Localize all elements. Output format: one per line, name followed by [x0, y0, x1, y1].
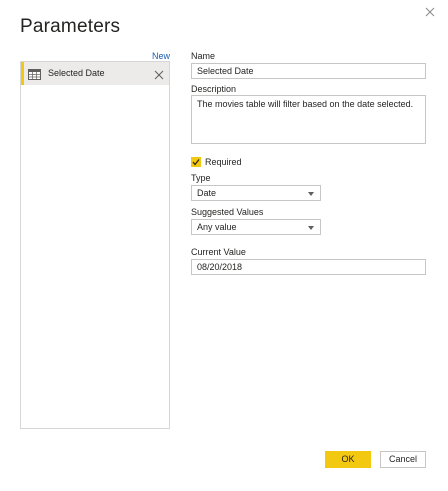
required-checkbox[interactable]: [191, 157, 201, 167]
type-select-value: Date: [197, 188, 217, 198]
suggested-values-label: Suggested Values: [191, 207, 264, 217]
new-parameter-link[interactable]: New: [152, 51, 170, 61]
ok-button[interactable]: OK: [325, 451, 371, 468]
table-icon: [28, 67, 41, 80]
description-field[interactable]: The movies table will filter based on th…: [191, 95, 426, 144]
chevron-down-icon: [308, 226, 314, 230]
close-icon: [425, 7, 435, 17]
chevron-down-icon: [308, 192, 314, 196]
name-label: Name: [191, 51, 216, 61]
parameter-list: Selected Date: [20, 61, 170, 429]
parameter-item-label: Selected Date: [48, 68, 105, 78]
type-label: Type: [191, 173, 211, 183]
description-label: Description: [191, 84, 237, 94]
name-field[interactable]: Selected Date: [191, 63, 426, 79]
parameter-item-selected-date[interactable]: Selected Date: [21, 62, 169, 85]
dialog-title: Parameters: [20, 16, 121, 37]
remove-parameter-icon[interactable]: [154, 67, 164, 80]
suggested-values-select-value: Any value: [197, 222, 237, 232]
suggested-values-select[interactable]: Any value: [191, 219, 321, 235]
required-label: Required: [205, 157, 242, 167]
checkmark-icon: [192, 159, 200, 166]
parameters-dialog: Parameters New Selected Date Name Select…: [0, 0, 448, 491]
cancel-button[interactable]: Cancel: [380, 451, 426, 468]
close-button[interactable]: [422, 4, 440, 22]
current-value-field[interactable]: 08/20/2018: [191, 259, 426, 275]
current-value-label: Current Value: [191, 247, 246, 257]
type-select[interactable]: Date: [191, 185, 321, 201]
